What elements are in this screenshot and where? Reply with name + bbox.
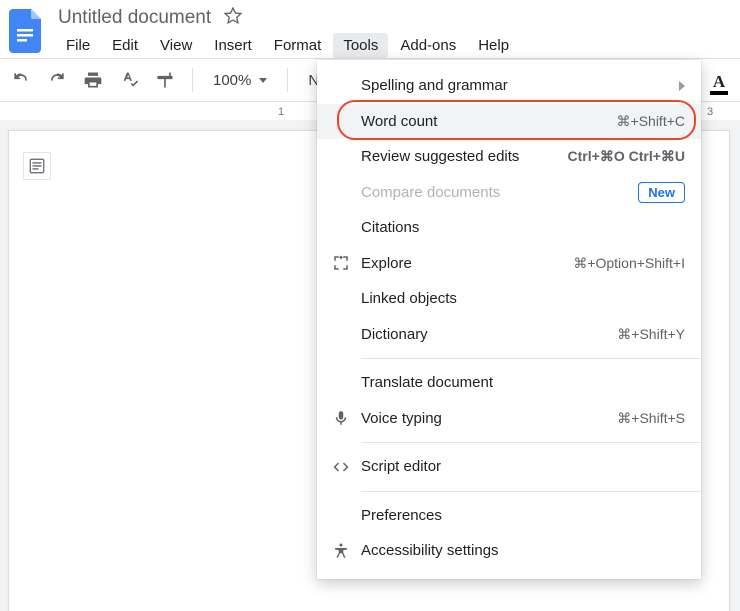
menu-file[interactable]: File: [56, 33, 100, 58]
print-button[interactable]: [80, 67, 106, 93]
script-icon: [327, 458, 355, 476]
accessibility-icon: [327, 542, 355, 560]
document-title[interactable]: Untitled document: [56, 5, 213, 31]
chevron-down-icon: [259, 78, 267, 83]
zoom-value: 100%: [213, 72, 251, 89]
text-color-underline: [710, 91, 728, 95]
header: Untitled document File Edit View Insert …: [0, 0, 740, 58]
menu-format[interactable]: Format: [264, 33, 332, 58]
spellcheck-button[interactable]: [116, 67, 142, 93]
text-color-button[interactable]: A: [706, 72, 732, 98]
menu-item-explore[interactable]: Explore ⌘+Option+Shift+I: [317, 246, 701, 282]
redo-button[interactable]: [44, 67, 70, 93]
menu-insert[interactable]: Insert: [204, 33, 262, 58]
zoom-select[interactable]: 100%: [207, 72, 273, 89]
toolbar-separator: [192, 68, 193, 92]
menu-divider: [361, 358, 701, 359]
menubar: File Edit View Insert Format Tools Add-o…: [56, 33, 519, 58]
menu-divider: [361, 442, 701, 443]
explore-icon: [327, 254, 355, 272]
ruler-tick: 3: [707, 106, 713, 118]
outline-toggle-button[interactable]: [23, 152, 51, 180]
menu-view[interactable]: View: [150, 33, 202, 58]
text-color-glyph: A: [713, 75, 725, 89]
new-badge: New: [638, 182, 685, 203]
menu-item-script-editor[interactable]: Script editor: [317, 449, 701, 485]
menu-item-compare-documents: Compare documents New: [317, 175, 701, 211]
mic-icon: [327, 409, 355, 427]
menu-item-accessibility-settings[interactable]: Accessibility settings: [317, 533, 701, 569]
menu-help[interactable]: Help: [468, 33, 519, 58]
menu-addons[interactable]: Add-ons: [390, 33, 466, 58]
menu-item-citations[interactable]: Citations: [317, 210, 701, 246]
menu-item-dictionary[interactable]: Dictionary ⌘+Shift+Y: [317, 317, 701, 353]
ruler-tick: 1: [278, 106, 284, 118]
chevron-right-icon: [679, 81, 685, 91]
toolbar-separator: [287, 68, 288, 92]
menu-item-linked-objects[interactable]: Linked objects: [317, 281, 701, 317]
menu-item-review-suggested-edits[interactable]: Review suggested edits Ctrl+⌘O Ctrl+⌘U: [317, 139, 701, 175]
paint-format-button[interactable]: [152, 67, 178, 93]
menu-item-preferences[interactable]: Preferences: [317, 498, 701, 534]
undo-button[interactable]: [8, 67, 34, 93]
star-icon[interactable]: [223, 6, 243, 29]
menu-item-voice-typing[interactable]: Voice typing ⌘+Shift+S: [317, 401, 701, 437]
menu-tools[interactable]: Tools: [333, 33, 388, 58]
menu-divider: [361, 491, 701, 492]
menu-item-word-count[interactable]: Word count ⌘+Shift+C: [317, 104, 701, 140]
menu-item-spelling-grammar[interactable]: Spelling and grammar: [317, 68, 701, 104]
docs-logo-icon[interactable]: [6, 7, 46, 55]
tools-dropdown: Spelling and grammar Word count ⌘+Shift+…: [317, 60, 701, 579]
menu-item-translate-document[interactable]: Translate document: [317, 365, 701, 401]
menu-edit[interactable]: Edit: [102, 33, 148, 58]
